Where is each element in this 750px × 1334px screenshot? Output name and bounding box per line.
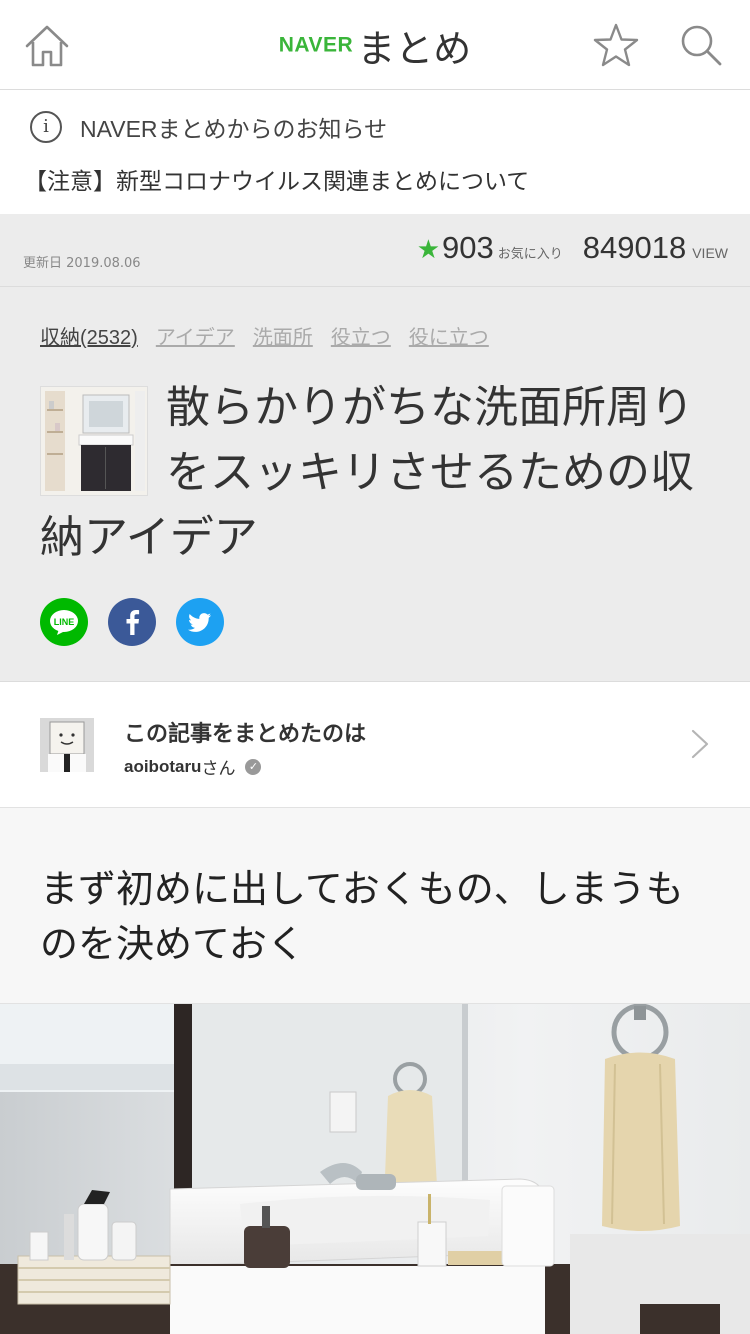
star-outline-icon[interactable] bbox=[590, 20, 642, 72]
twitter-icon bbox=[188, 613, 211, 632]
tag-link[interactable]: 収納(2532) bbox=[40, 321, 138, 350]
app-header: NAVER まとめ bbox=[0, 0, 750, 90]
section-heading-block: まず初めに出しておくもの、しまうものを決めておく bbox=[0, 808, 750, 1004]
author-name[interactable]: aoibotaru bbox=[124, 757, 201, 777]
author-row[interactable]: この記事をまとめたのは aoibotaru さん ✓ bbox=[0, 682, 750, 808]
logo-matome: まとめ bbox=[357, 27, 472, 71]
notice-link[interactable]: 【注意】新型コロナウイルス関連まとめについて bbox=[24, 162, 529, 196]
author-name-line: aoibotaru さん ✓ bbox=[124, 754, 262, 779]
share-line-button[interactable]: LINE bbox=[40, 598, 88, 646]
favorites-label: お気に入り bbox=[497, 247, 563, 262]
section-heading: まず初めに出しておくもの、しまうものを決めておく bbox=[40, 867, 684, 966]
line-label: LINE bbox=[54, 617, 75, 627]
notice-title: NAVERまとめからのお知らせ bbox=[80, 116, 388, 142]
info-icon: i bbox=[30, 111, 62, 143]
avatar bbox=[40, 718, 94, 772]
share-buttons: LINE bbox=[40, 598, 224, 646]
favorites-count: 903 bbox=[442, 230, 494, 265]
tag-link[interactable]: アイデア bbox=[156, 321, 235, 350]
view-count: 849018 bbox=[582, 230, 687, 265]
tag-link[interactable]: 洗面所 bbox=[253, 321, 313, 350]
tag-link[interactable]: 役に立つ bbox=[409, 321, 489, 350]
tag-list: 収納(2532) アイデア 洗面所 役立つ 役に立つ bbox=[40, 321, 489, 350]
chevron-right-icon bbox=[691, 729, 709, 759]
notice-panel: i NAVERまとめからのお知らせ 【注意】新型コロナウイルス関連まとめについて bbox=[0, 90, 750, 214]
facebook-icon bbox=[126, 610, 140, 635]
bathroom-sink-photo bbox=[0, 1004, 750, 1334]
article-stats: ★ 903 お気に入り 849018 VIEW bbox=[417, 230, 728, 266]
article-meta: 更新日 2019.08.06 ★ 903 お気に入り 849018 VIEW bbox=[0, 214, 750, 287]
search-icon[interactable] bbox=[676, 20, 728, 72]
tag-link[interactable]: 役立つ bbox=[331, 321, 391, 350]
article-header: 収納(2532) アイデア 洗面所 役立つ 役に立つ 散らかりがちな洗面所周りを… bbox=[0, 287, 750, 682]
logo-naver: NAVER bbox=[278, 33, 354, 57]
title-thumb-spacer bbox=[40, 375, 166, 505]
share-facebook-button[interactable] bbox=[108, 598, 156, 646]
share-twitter-button[interactable] bbox=[176, 598, 224, 646]
article-title: 散らかりがちな洗面所周りをスッキリさせるための収納アイデア bbox=[40, 375, 720, 570]
line-icon: LINE bbox=[50, 610, 78, 635]
author-label: この記事をまとめたのは bbox=[124, 722, 367, 747]
view-label: VIEW bbox=[692, 245, 728, 261]
updated-date: 更新日 2019.08.06 bbox=[23, 256, 141, 271]
author-suffix: さん bbox=[201, 759, 236, 778]
notice-header[interactable]: i NAVERまとめからのお知らせ bbox=[30, 110, 387, 144]
verified-check-icon: ✓ bbox=[245, 758, 262, 775]
favorite-star-icon: ★ bbox=[416, 235, 441, 265]
